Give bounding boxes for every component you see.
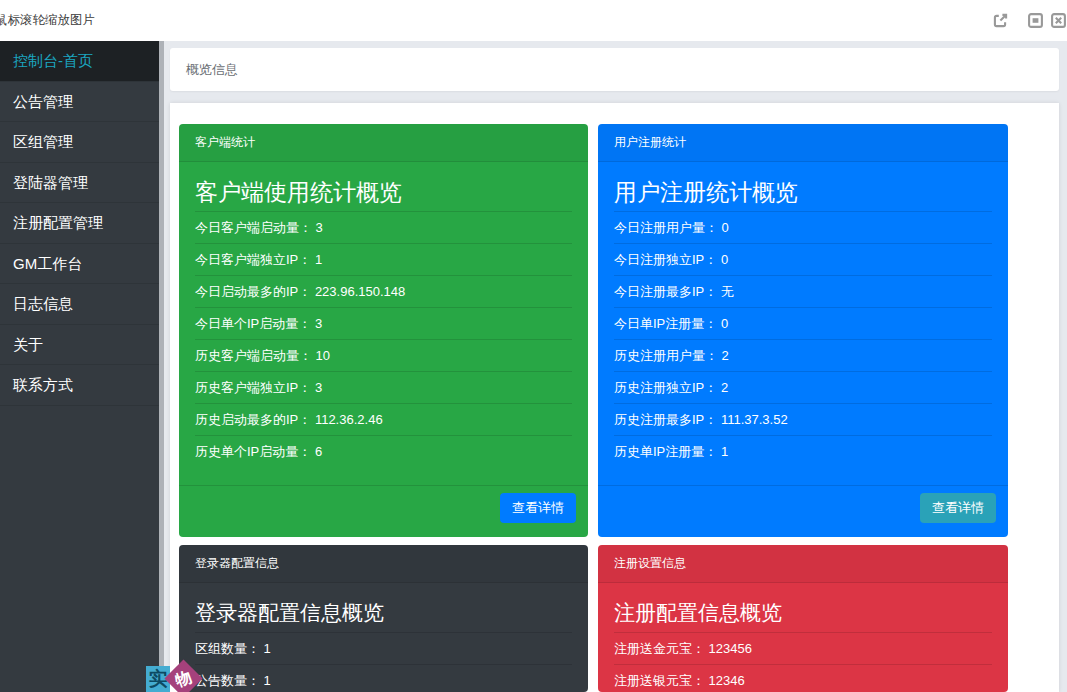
card-header: 客户端统计 xyxy=(179,124,588,162)
sidebar-item-label: 登陆器管理 xyxy=(13,174,88,191)
view-details-button[interactable]: 查看详情 xyxy=(920,493,996,523)
breadcrumb: 概览信息 xyxy=(186,48,238,91)
card-launcher-config: 登录器配置信息 登录器配置信息概览 区组数量： 1公告数量： 1 xyxy=(179,545,588,692)
sidebar-item[interactable]: 控制台-首页 xyxy=(0,41,159,82)
sidebar-item[interactable]: 日志信息 xyxy=(0,284,159,325)
stat-item: 今日注册最多IP： 无 xyxy=(614,276,992,308)
top-bar: 鼠标滚轮缩放图片 xyxy=(0,0,1067,41)
stat-item: 今日注册独立IP： 0 xyxy=(614,244,992,276)
sidebar-item-label: 区组管理 xyxy=(13,133,73,150)
stat-item: 今日启动最多的IP： 223.96.150.148 xyxy=(195,276,572,308)
card-title: 注册配置信息概览 xyxy=(614,598,992,633)
sidebar-item[interactable]: 登陆器管理 xyxy=(0,163,159,204)
stat-item: 历史启动最多的IP： 112.36.2.46 xyxy=(195,404,572,436)
breadcrumb-bar: 概览信息 xyxy=(170,48,1059,91)
card-header: 注册设置信息 xyxy=(598,545,1008,583)
sidebar-nav: 控制台-首页 公告管理 区组管理 登陆器管理 注册配置管理 GM工作台 日志信息… xyxy=(0,41,159,692)
sidebar-item[interactable]: 区组管理 xyxy=(0,122,159,163)
sidebar-item-label: 关于 xyxy=(13,336,43,353)
sidebar-item-label: GM工作台 xyxy=(13,255,82,272)
stat-item: 历史注册用户量： 2 xyxy=(614,340,992,372)
stat-item: 今日客户端启动量： 3 xyxy=(195,212,572,244)
card-header: 用户注册统计 xyxy=(598,124,1008,162)
stat-item: 历史单个IP启动量： 6 xyxy=(195,436,572,468)
sidebar-item[interactable]: 公告管理 xyxy=(0,82,159,123)
card-title: 用户注册统计概览 xyxy=(614,177,992,212)
sidebar-scrollbar-thumb[interactable] xyxy=(159,41,164,692)
card-header: 登录器配置信息 xyxy=(179,545,588,583)
sidebar-item[interactable]: 联系方式 xyxy=(0,365,159,406)
sidebar-item[interactable]: GM工作台 xyxy=(0,244,159,285)
stat-item: 今日单IP注册量： 0 xyxy=(614,308,992,340)
card-title: 客户端使用统计概览 xyxy=(195,177,572,212)
sidebar-item[interactable]: 注册配置管理 xyxy=(0,203,159,244)
stat-item: 公告数量： 1 xyxy=(195,665,572,692)
stat-item: 今日注册用户量： 0 xyxy=(614,212,992,244)
stat-item: 历史客户端启动量： 10 xyxy=(195,340,572,372)
card-client-stats: 客户端统计 客户端使用统计概览 今日客户端启动量： 3今日客户端独立IP： 1今… xyxy=(179,124,588,537)
card-user-register-stats: 用户注册统计 用户注册统计概览 今日注册用户量： 0今日注册独立IP： 0今日注… xyxy=(598,124,1008,537)
close-icon[interactable] xyxy=(1051,13,1066,28)
sidebar-item-label: 联系方式 xyxy=(13,376,73,393)
sidebar-item-label: 日志信息 xyxy=(13,295,73,312)
stat-item: 注册送银元宝： 12346 xyxy=(614,665,992,692)
card-footer: 查看详情 xyxy=(598,485,1008,537)
sidebar-item-label: 控制台-首页 xyxy=(13,52,93,69)
stat-item: 注册送金元宝： 123456 xyxy=(614,633,992,665)
sidebar-scrollbar[interactable] xyxy=(159,41,170,692)
stat-item: 历史单IP注册量： 1 xyxy=(614,436,992,468)
maximize-icon[interactable] xyxy=(1028,13,1043,28)
sidebar-item[interactable]: 关于 xyxy=(0,325,159,366)
stat-item: 今日客户端独立IP： 1 xyxy=(195,244,572,276)
stat-item: 历史注册独立IP： 2 xyxy=(614,372,992,404)
card-title: 登录器配置信息概览 xyxy=(195,598,572,633)
window-controls xyxy=(0,13,1067,28)
stat-item: 历史注册最多IP： 111.37.3.52 xyxy=(614,404,992,436)
card-register-config: 注册设置信息 注册配置信息概览 注册送金元宝： 123456注册送银元宝： 12… xyxy=(598,545,1008,692)
stat-item: 历史客户端独立IP： 3 xyxy=(195,372,572,404)
view-details-button[interactable]: 查看详情 xyxy=(500,493,576,523)
stat-item: 区组数量： 1 xyxy=(195,633,572,665)
sidebar-item-label: 注册配置管理 xyxy=(13,214,103,231)
sidebar-item-label: 公告管理 xyxy=(13,93,73,110)
stat-item: 今日单个IP启动量： 3 xyxy=(195,308,572,340)
open-external-icon[interactable] xyxy=(993,13,1008,28)
card-footer: 查看详情 xyxy=(179,485,588,537)
